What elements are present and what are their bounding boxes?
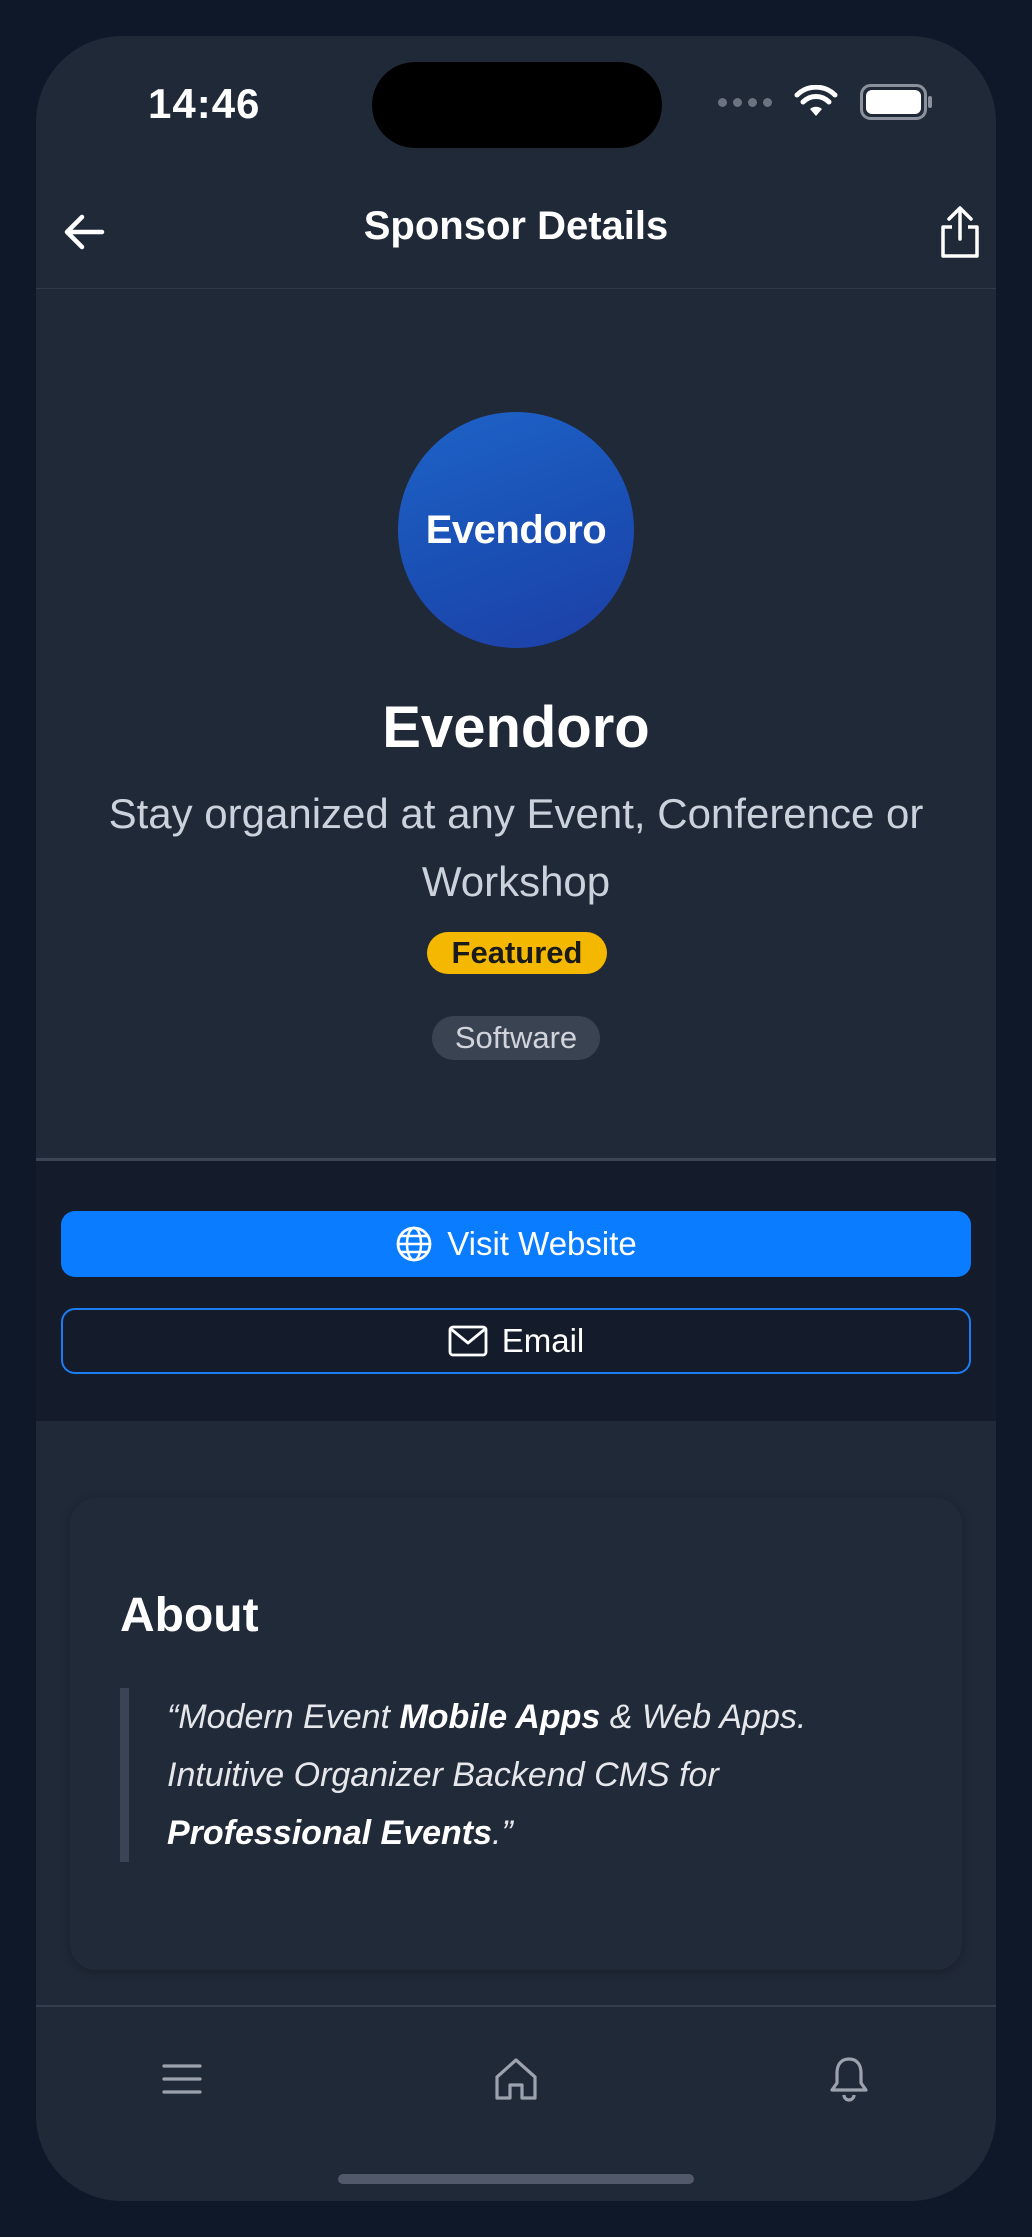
email-label: Email bbox=[501, 1322, 585, 1359]
home-indicator bbox=[338, 2174, 694, 2184]
home-icon bbox=[495, 2058, 537, 2100]
menu-icon bbox=[162, 2064, 202, 2094]
sponsor-logo: Evendoro bbox=[398, 412, 634, 648]
visit-website-button[interactable]: Visit Website bbox=[61, 1211, 971, 1277]
envelope-icon bbox=[448, 1325, 488, 1357]
category-tag: Software bbox=[432, 1016, 600, 1060]
quote-bold: Professional Events bbox=[167, 1814, 493, 1852]
quote-text: .” bbox=[492, 1814, 513, 1852]
app-screen: 14:46 Sponsor Details Evendoro Evendoro … bbox=[36, 36, 996, 2201]
tab-home[interactable] bbox=[480, 2043, 552, 2115]
battery-icon bbox=[860, 84, 932, 120]
sponsor-tagline: Stay organized at any Event, Conference … bbox=[108, 790, 924, 905]
dynamic-island bbox=[372, 62, 662, 148]
email-button[interactable]: Email bbox=[61, 1308, 971, 1374]
tab-bar bbox=[36, 2005, 996, 2201]
featured-badge: Featured bbox=[427, 932, 607, 974]
actions-section: Visit Website Email bbox=[36, 1161, 996, 1421]
visit-website-label: Visit Website bbox=[447, 1225, 637, 1262]
about-title: About bbox=[120, 1589, 259, 1642]
logo-text: Evendoro bbox=[425, 507, 607, 552]
wifi-icon bbox=[794, 85, 838, 116]
page-title: Sponsor Details bbox=[363, 204, 669, 248]
globe-icon bbox=[396, 1226, 432, 1262]
about-card: About “Modern Event Mobile Apps & Web Ap… bbox=[70, 1498, 962, 1970]
device-frame: 14:46 Sponsor Details Evendoro Evendoro … bbox=[0, 0, 1032, 2237]
signal-icon bbox=[718, 97, 772, 107]
bell-icon bbox=[830, 2057, 868, 2102]
share-icon bbox=[941, 206, 979, 258]
nav-header: Sponsor Details bbox=[36, 196, 996, 289]
share-button[interactable] bbox=[924, 196, 996, 268]
status-icons bbox=[718, 84, 934, 120]
quote-text: “Modern Event bbox=[167, 1698, 400, 1736]
quote-bold: Mobile Apps bbox=[399, 1698, 601, 1736]
about-quote: “Modern Event Mobile Apps & Web Apps. In… bbox=[120, 1688, 927, 1862]
status-time: 14:46 bbox=[148, 80, 261, 127]
sponsor-name: Evendoro bbox=[382, 695, 650, 760]
tab-notifications[interactable] bbox=[813, 2043, 885, 2115]
tab-menu[interactable] bbox=[146, 2043, 218, 2115]
